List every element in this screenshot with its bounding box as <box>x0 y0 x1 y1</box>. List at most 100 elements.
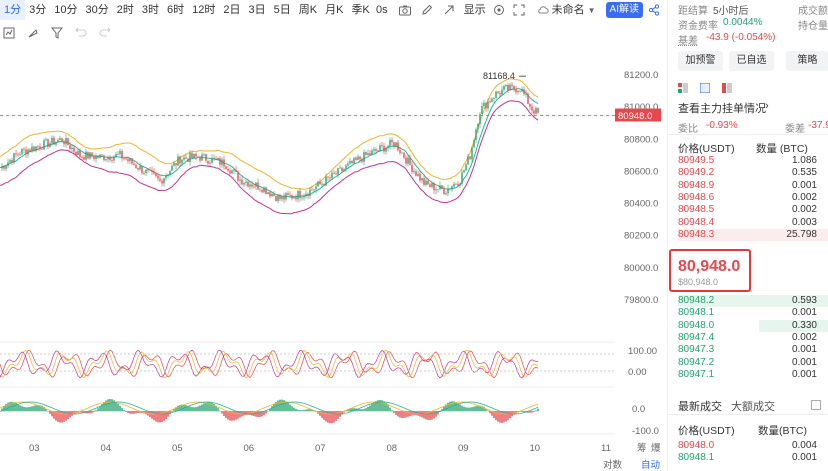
interval-2[interactable]: 10分 <box>50 0 81 20</box>
arrow-icon[interactable] <box>442 3 456 17</box>
cloud-icon[interactable] <box>536 3 550 17</box>
see-main-orders-label[interactable]: 查看主力挂单情况 <box>678 100 766 116</box>
x-tick-label: 08 <box>387 443 398 454</box>
trades-qty-header[interactable]: 数量(BTC) <box>758 423 807 438</box>
candle-body <box>111 160 113 161</box>
candle-body <box>343 168 345 171</box>
macd-bar <box>469 407 471 412</box>
candle-body <box>115 153 117 157</box>
funding-label: 资金费率 <box>678 21 718 32</box>
interval-10[interactable]: 5日 <box>270 0 295 20</box>
layout-name[interactable]: 未命名 <box>552 0 585 20</box>
candle-body <box>17 154 19 156</box>
candle-body <box>125 158 127 160</box>
display-button[interactable]: 显示 <box>464 0 486 20</box>
bids-row[interactable]: 80948.2 0.593 <box>678 295 828 307</box>
candle-body <box>205 154 207 161</box>
draw-tool-icon[interactable] <box>26 26 40 40</box>
share-icon[interactable] <box>647 3 661 17</box>
interval-6[interactable]: 6时 <box>163 0 188 20</box>
asks-row[interactable]: 80949.5 1.086 <box>678 155 828 167</box>
seconds-toggle[interactable]: 0s <box>376 0 388 20</box>
expand-icon[interactable] <box>512 3 526 17</box>
candle-body <box>441 185 443 190</box>
candle-body <box>45 139 47 141</box>
interval-13[interactable]: 季K <box>347 0 373 20</box>
macd-bar <box>259 411 261 417</box>
asks-row[interactable]: 80948.4 0.003 <box>678 217 828 229</box>
bids-row[interactable]: 80948.0 0.330 <box>678 319 828 332</box>
chevron-down-icon[interactable]: ▼ <box>588 6 596 15</box>
candle-body <box>183 157 185 160</box>
macd-bar <box>133 411 135 414</box>
asks-price: 80948.5 <box>678 204 715 216</box>
bids-row[interactable]: 80947.2 0.001 <box>678 357 828 369</box>
osc-tick-label: 100.00 <box>628 346 657 357</box>
macd-bar <box>321 411 323 418</box>
asks-row[interactable]: 80948.5 0.002 <box>678 204 828 216</box>
chart-area[interactable]: 1分 3分 10分 30分 2时 3时 6时 12时 2日 3日 5日 周K 月K 季K 0s 显示 未命… <box>0 0 663 471</box>
settings-icon[interactable] <box>492 3 506 17</box>
orderbook-both-icon[interactable] <box>678 83 688 93</box>
trades-row[interactable]: 80948.0 0.004 <box>678 440 828 452</box>
interval-1[interactable]: 3分 <box>25 0 50 20</box>
candle-body <box>285 193 287 200</box>
candle-body <box>35 146 37 151</box>
ai-analysis-button[interactable]: AI解读 <box>605 2 643 18</box>
camera-icon[interactable] <box>398 3 412 17</box>
interval-12[interactable]: 月K <box>321 0 347 20</box>
trades-row[interactable]: 80948.1 0.001 <box>678 452 828 464</box>
interval-7[interactable]: 12时 <box>188 0 219 20</box>
orderbook-qty-header[interactable]: 数量 (BTC) <box>756 141 808 156</box>
candle-body <box>29 149 31 152</box>
macd-bar <box>199 405 201 412</box>
osc-tick-label: 0.00 <box>628 367 647 378</box>
macd-bar <box>533 411 535 412</box>
filter-icon[interactable] <box>50 26 64 40</box>
interval-8[interactable]: 2日 <box>219 0 244 20</box>
favorited-button[interactable]: 已自选 <box>729 51 774 71</box>
indicator-icon[interactable] <box>2 26 16 40</box>
y-tick-label: 80000.0 <box>624 263 658 274</box>
interval-0[interactable]: 1分 <box>0 0 26 20</box>
candle-body <box>109 156 111 161</box>
interval-5[interactable]: 3时 <box>138 0 163 20</box>
macd-bar <box>399 411 401 418</box>
basis-value: -43.9 (-0.054%) <box>706 32 776 43</box>
candle-body <box>149 169 151 171</box>
filter-checkbox[interactable] <box>811 400 821 410</box>
candle-body <box>275 195 277 201</box>
candle-body <box>91 152 93 157</box>
orderbook-asks-icon[interactable] <box>722 83 732 93</box>
interval-9[interactable]: 3日 <box>245 0 270 20</box>
undo-icon[interactable] <box>74 26 88 40</box>
bids-qty: 0.330 <box>791 319 817 331</box>
asks-row[interactable]: 80948.6 0.002 <box>678 192 828 204</box>
interval-11[interactable]: 周K <box>295 0 321 20</box>
interval-3[interactable]: 30分 <box>82 0 113 20</box>
orderbook-bids-icon[interactable] <box>700 83 710 93</box>
interval-4[interactable]: 2时 <box>113 0 138 20</box>
redo-icon[interactable] <box>98 26 112 40</box>
asks-row[interactable]: 80949.2 0.535 <box>678 167 828 179</box>
bids-row[interactable]: 80947.4 0.002 <box>678 332 828 344</box>
bids-row[interactable]: 80948.1 0.001 <box>678 307 828 319</box>
asks-row[interactable]: 80948.3 25.798 <box>678 228 828 241</box>
strategy-button[interactable]: 策略 <box>786 51 828 71</box>
candle-body <box>309 189 311 196</box>
candle-body <box>105 159 107 161</box>
tab-big-trades[interactable]: 大额成交 <box>731 398 775 414</box>
macd-bar <box>193 407 195 412</box>
macd-bar <box>391 410 393 412</box>
bids-row[interactable]: 80947.3 0.001 <box>678 344 828 356</box>
tab-latest-trades[interactable]: 最新成交 <box>678 398 722 414</box>
candle-body <box>163 178 165 184</box>
kline-chart[interactable]: 81200.081000.080800.080600.080400.080200… <box>0 42 663 471</box>
asks-row[interactable]: 80948.9 0.001 <box>678 180 828 192</box>
bids-row[interactable]: 80947.1 0.001 <box>678 369 828 381</box>
macd-bar <box>211 402 213 412</box>
candle-body <box>197 156 199 158</box>
candle-body <box>287 193 289 195</box>
pencil-icon[interactable] <box>420 3 434 17</box>
add-alert-button[interactable]: 加预警 <box>678 51 723 71</box>
